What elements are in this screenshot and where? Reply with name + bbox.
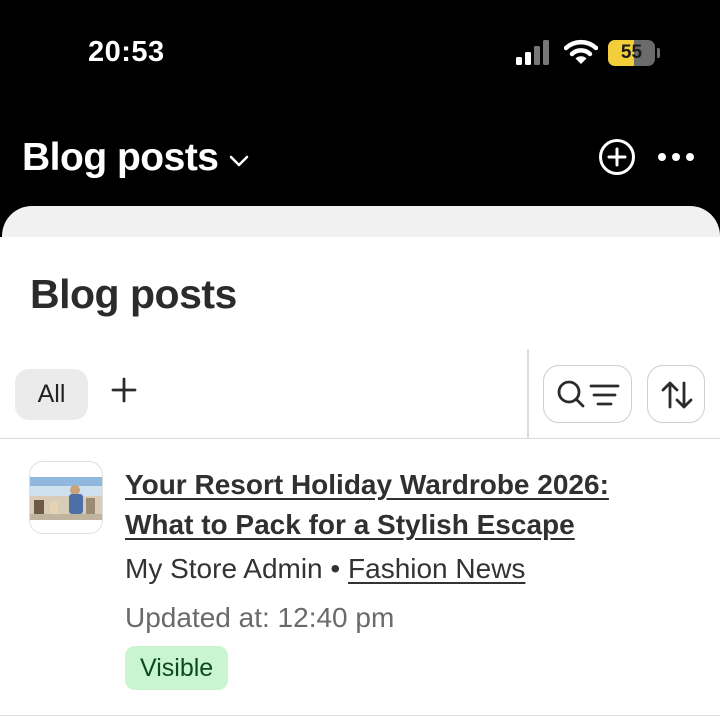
post-list-item[interactable]: Your Resort Holiday Wardrobe 2026: What … <box>0 439 720 716</box>
add-circle-icon[interactable] <box>598 138 636 176</box>
post-title-link[interactable]: Your Resort Holiday Wardrobe 2026: What … <box>125 465 685 545</box>
wifi-icon <box>564 39 598 64</box>
post-category-link[interactable]: Fashion News <box>348 553 525 584</box>
battery-percent: 55 <box>620 42 643 63</box>
plus-icon[interactable] <box>106 369 142 413</box>
search-filter-icon <box>557 380 620 408</box>
header-title: Blog posts <box>22 136 219 179</box>
app-screen: 20:53 55 Blog posts Blog posts All Your … <box>0 0 720 716</box>
battery-indicator: 55 <box>608 40 660 66</box>
status-time: 20:53 <box>88 36 165 68</box>
post-updated-time: Updated at: 12:40 pm <box>125 602 395 633</box>
header-title-menu[interactable]: Blog posts <box>22 136 249 180</box>
meta-separator: • <box>330 553 341 584</box>
post-meta: My Store Admin • Fashion News <box>125 553 525 585</box>
post-thumbnail <box>29 461 103 534</box>
post-author: My Store Admin <box>125 553 323 584</box>
search-filter-button[interactable] <box>543 365 632 423</box>
chevron-down-icon <box>229 155 248 167</box>
toolbar-divider <box>527 349 529 439</box>
cellular-signal-icon <box>516 40 549 65</box>
more-icon[interactable] <box>656 144 696 170</box>
status-badge: Visible <box>125 646 229 690</box>
page-title: Blog posts <box>30 271 237 317</box>
sort-button[interactable] <box>647 365 705 423</box>
tabs-toolbar: All <box>0 349 720 439</box>
app-header: Blog posts <box>0 128 720 188</box>
tab-all[interactable]: All <box>15 369 88 420</box>
content-sheet: Blog posts All Your Resort Holiday Wardr… <box>0 237 720 716</box>
sort-icon <box>661 381 693 409</box>
